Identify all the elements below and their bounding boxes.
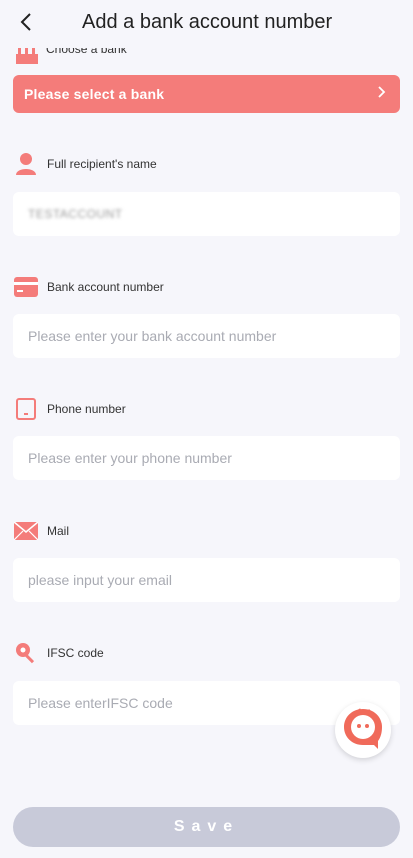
- key-icon: [13, 640, 39, 666]
- back-button[interactable]: [14, 12, 38, 36]
- email-input[interactable]: [28, 572, 400, 588]
- chevron-right-icon: [376, 85, 386, 104]
- account-number-field[interactable]: [13, 314, 400, 358]
- account-number-input[interactable]: [28, 328, 400, 344]
- mail-icon: [13, 518, 39, 544]
- account-label-row: Bank account number: [13, 274, 164, 300]
- phone-icon: [13, 396, 39, 422]
- phone-label: Phone number: [47, 402, 126, 416]
- bank-select-text: Please select a bank: [24, 86, 165, 102]
- mail-label-row: Mail: [13, 518, 69, 544]
- bank-select-dropdown[interactable]: Please select a bank: [13, 75, 400, 113]
- ifsc-label-row: IFSC code: [13, 640, 104, 666]
- chevron-left-icon: [19, 12, 33, 37]
- ifsc-label: IFSC code: [47, 646, 104, 660]
- customer-service-button[interactable]: [335, 702, 391, 758]
- header: Add a bank account number: [0, 0, 413, 48]
- card-icon: [13, 274, 39, 300]
- mail-label: Mail: [47, 524, 70, 538]
- phone-number-input[interactable]: [28, 450, 400, 466]
- chat-bubble-icon: [340, 705, 386, 756]
- person-icon: [13, 151, 39, 177]
- phone-number-field[interactable]: [13, 436, 400, 480]
- recipient-label: Full recipient's name: [47, 157, 157, 171]
- save-button[interactable]: Save: [13, 807, 400, 847]
- recipient-name-value: TESTACCOUNT: [28, 207, 123, 221]
- page-title: Add a bank account number: [82, 11, 333, 33]
- recipient-label-row: Full recipient's name: [13, 151, 157, 177]
- recipient-name-field[interactable]: TESTACCOUNT: [13, 192, 400, 236]
- email-field[interactable]: [13, 558, 400, 602]
- account-label: Bank account number: [47, 280, 164, 294]
- phone-label-row: Phone number: [13, 396, 126, 422]
